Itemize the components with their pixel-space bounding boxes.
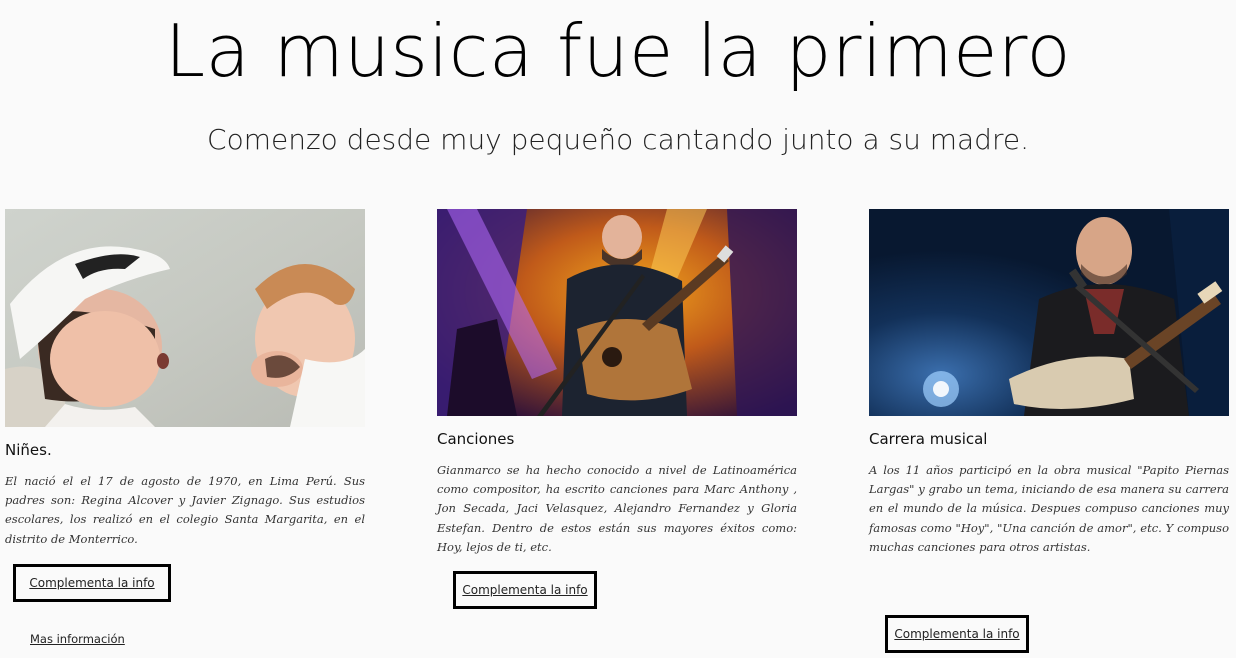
mas-informacion-link[interactable]: Mas información (30, 632, 125, 646)
page-title: La musica fue la primero (165, 9, 1071, 93)
complementa-info-button-3[interactable]: Complementa la info (885, 615, 1029, 653)
mother-and-baby-photo (5, 209, 365, 427)
card-title-ninez: Niñes. (5, 441, 52, 459)
page-subtitle: Comenzo desde muy pequeño cantando junto… (207, 123, 1029, 156)
card-title-carrera: Carrera musical (869, 430, 988, 448)
singer-with-cuatro-photo (869, 209, 1229, 416)
guitarist-on-stage-photo (437, 209, 797, 416)
card-text-canciones: Gianmarco se ha hecho conocido a nivel d… (437, 463, 797, 554)
card-text-ninez: El nació el el 17 de agosto de 1970, en … (5, 474, 365, 546)
complementa-info-button-2[interactable]: Complementa la info (453, 571, 597, 609)
card-text-carrera: A los 11 años participó en la obra music… (869, 463, 1229, 554)
complementa-info-button-1[interactable]: Complementa la info (13, 564, 171, 602)
card-title-canciones: Canciones (437, 430, 515, 448)
